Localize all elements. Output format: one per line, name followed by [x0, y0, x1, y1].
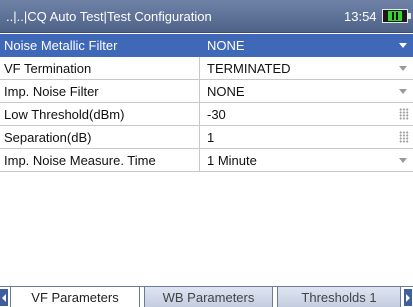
keypad-icon[interactable]: [399, 131, 409, 143]
chevron-down-icon[interactable]: [399, 43, 407, 48]
vf-termination-dropdown[interactable]: TERMINATED: [200, 57, 413, 79]
chevron-down-icon[interactable]: [399, 89, 407, 94]
tab-thresholds-1[interactable]: Thresholds 1: [277, 287, 401, 307]
clock: 13:54: [344, 9, 377, 24]
row-label: Imp. Noise Filter: [0, 80, 200, 102]
noise-metallic-filter-dropdown[interactable]: NONE: [200, 34, 413, 56]
row-label: VF Termination: [0, 57, 200, 79]
chevron-right-icon: [406, 293, 410, 302]
imp-noise-measure-time-dropdown[interactable]: 1 Minute: [200, 149, 413, 171]
page-title: ..|..|CQ Auto Test|Test Configuration: [6, 9, 212, 24]
imp-noise-filter-dropdown[interactable]: NONE: [200, 80, 413, 102]
row-label: Separation(dB): [0, 126, 200, 148]
separation-field[interactable]: 1: [200, 126, 413, 148]
title-bar: ..|..|CQ Auto Test|Test Configuration 13…: [0, 0, 413, 33]
dropdown-value: NONE: [207, 37, 245, 53]
row-label: Imp. Noise Measure. Time: [0, 149, 200, 171]
row-imp-noise-filter[interactable]: Imp. Noise Filter NONE: [0, 80, 413, 103]
tab-scroll-left-button[interactable]: [0, 289, 8, 306]
tab-wb-parameters[interactable]: WB Parameters: [144, 287, 273, 307]
dropdown-value: TERMINATED: [207, 60, 291, 76]
tab-vf-parameters[interactable]: VF Parameters: [10, 287, 140, 307]
keypad-icon[interactable]: [399, 108, 409, 120]
row-noise-metallic-filter[interactable]: Noise Metallic Filter NONE: [0, 34, 413, 57]
low-threshold-field[interactable]: -30: [200, 103, 413, 125]
tab-scroll-right-button[interactable]: [404, 289, 412, 306]
row-vf-termination[interactable]: VF Termination TERMINATED: [0, 57, 413, 80]
chevron-left-icon: [2, 293, 6, 302]
battery-charging-icon: [382, 9, 411, 23]
dropdown-value: 1 Minute: [207, 152, 257, 168]
chevron-down-icon[interactable]: [399, 158, 407, 163]
row-separation[interactable]: Separation(dB) 1: [0, 126, 413, 149]
field-value: 1: [207, 129, 215, 145]
row-low-threshold[interactable]: Low Threshold(dBm) -30: [0, 103, 413, 126]
row-imp-noise-measure-time[interactable]: Imp. Noise Measure. Time 1 Minute: [0, 149, 413, 172]
field-value: -30: [207, 106, 226, 122]
chevron-down-icon[interactable]: [399, 66, 407, 71]
row-label: Noise Metallic Filter: [0, 34, 200, 56]
tab-bar: VF Parameters WB Parameters Thresholds 1: [0, 286, 413, 307]
dropdown-value: NONE: [207, 83, 245, 99]
config-grid: Noise Metallic Filter NONE VF Terminatio…: [0, 34, 413, 172]
row-label: Low Threshold(dBm): [0, 103, 200, 125]
